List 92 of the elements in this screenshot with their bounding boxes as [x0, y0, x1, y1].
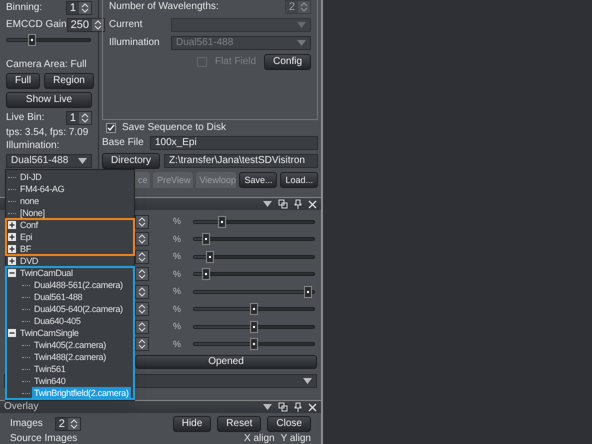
- tree-item[interactable]: DI-JD: [18, 171, 44, 183]
- tree-item[interactable]: Dual561-488: [32, 291, 84, 303]
- caret-down-icon: [263, 404, 272, 410]
- slider-thumb[interactable]: [202, 233, 210, 246]
- camera-area-text: Camera Area: Full: [6, 60, 88, 70]
- rate-text: tps: 3.54, fps: 7.09: [6, 128, 90, 138]
- tree-item[interactable]: Epi: [18, 231, 34, 243]
- percent-label: %: [173, 340, 182, 349]
- pin-icon[interactable]: [294, 402, 302, 412]
- panel-title: Overlay: [4, 402, 38, 412]
- directory-field[interactable]: Z:\transfer\Jana\testSDVisitron: [164, 154, 318, 168]
- float-window-icon[interactable]: [278, 199, 288, 209]
- field-label: Binning:: [6, 3, 42, 13]
- tree-item[interactable]: TwinCamSingle: [18, 327, 81, 339]
- slider-thumb[interactable]: [206, 250, 214, 263]
- button[interactable]: Reset: [217, 416, 262, 432]
- tree-item[interactable]: DVD: [18, 255, 40, 267]
- button[interactable]: Full: [6, 73, 40, 89]
- field-label: Live Bin:: [6, 113, 44, 123]
- slider-thumb[interactable]: [202, 268, 210, 280]
- field-label: Illumination:: [6, 141, 60, 151]
- percent-label: %: [173, 304, 182, 314]
- collapse-icon[interactable]: [8, 329, 16, 337]
- tree-item[interactable]: Twin405(2.camera): [32, 339, 108, 351]
- slider-thumb[interactable]: [250, 303, 258, 316]
- field-label: Illumination: [109, 38, 161, 48]
- close-icon[interactable]: [308, 200, 317, 208]
- expand-icon[interactable]: [8, 257, 16, 265]
- spin-arrows-icon[interactable]: [79, 2, 91, 14]
- tree-item[interactable]: [None]: [18, 207, 47, 219]
- slider-thumb[interactable]: [250, 338, 258, 350]
- spin-arrows-icon[interactable]: [68, 418, 80, 430]
- button[interactable]: Config: [264, 54, 311, 70]
- field-label: Number of Wavelengths:: [109, 2, 219, 12]
- button[interactable]: Region: [44, 73, 94, 89]
- opened-button[interactable]: Opened: [135, 355, 317, 369]
- slider-thumb[interactable]: [304, 286, 312, 298]
- tree-item[interactable]: Dual405-640(2.camera): [32, 303, 125, 315]
- expand-icon[interactable]: [8, 233, 16, 241]
- tree-item[interactable]: Twin640: [32, 375, 68, 387]
- slider-thumb[interactable]: [28, 34, 36, 46]
- tree-item[interactable]: Conf: [18, 219, 40, 231]
- tree-item[interactable]: BF: [18, 243, 33, 255]
- slider-thumb[interactable]: [250, 320, 258, 333]
- button[interactable]: Close: [267, 416, 311, 432]
- percent-label: %: [173, 234, 182, 244]
- field-label: Images: [10, 419, 43, 429]
- illumination-dropdown[interactable]: Dual561-488: [6, 154, 92, 168]
- spin-box[interactable]: 2: [54, 417, 81, 431]
- spin-box[interactable]: 1: [66, 111, 92, 125]
- percent-label: %: [173, 270, 182, 279]
- button[interactable]: Save...: [239, 172, 278, 188]
- button[interactable]: Hide: [172, 416, 212, 432]
- percent-label: %: [173, 287, 182, 296]
- expand-icon[interactable]: [8, 221, 16, 229]
- tree-item[interactable]: none: [18, 195, 41, 207]
- checkbox-label: Save Sequence to Disk: [122, 123, 226, 133]
- tree-item[interactable]: FM4-64-AG: [18, 183, 66, 195]
- field-label: Current: [109, 20, 144, 30]
- spin-arrows-icon[interactable]: [79, 112, 91, 124]
- spin-arrows-icon[interactable]: [92, 19, 104, 31]
- caret-down-icon: [78, 158, 87, 164]
- button[interactable]: Load...: [280, 172, 318, 188]
- caret-down-icon: [303, 378, 312, 384]
- field-label: Base File: [102, 138, 145, 148]
- percent-label: %: [173, 252, 182, 262]
- column-header: X align: [244, 434, 275, 444]
- percent-label: %: [173, 322, 182, 332]
- column-header: Y align: [280, 434, 311, 444]
- spin-box[interactable]: 1: [66, 1, 92, 15]
- tree-item[interactable]: Twin561: [32, 363, 68, 375]
- field-label: Source Images: [10, 434, 78, 444]
- close-icon[interactable]: [308, 402, 317, 412]
- tree-item[interactable]: TwinCamDual: [18, 267, 75, 279]
- tree-item[interactable]: Twin488(2.camera): [32, 351, 108, 363]
- spin-box[interactable]: 250: [66, 18, 105, 32]
- expand-icon[interactable]: [8, 245, 16, 253]
- caret-down-icon: [263, 201, 272, 207]
- button[interactable]: Directory: [102, 153, 160, 169]
- float-window-icon[interactable]: [278, 402, 288, 412]
- caret-down-icon: [297, 40, 306, 46]
- button[interactable]: Show Live: [6, 92, 92, 108]
- field-label: EMCCD Gain: [6, 20, 67, 30]
- checkbox[interactable]: [106, 123, 116, 133]
- base-file-field[interactable]: 100x_Epi: [150, 136, 318, 150]
- collapse-icon[interactable]: [8, 269, 16, 277]
- tree-item[interactable]: Dual488-561(2.camera): [32, 279, 125, 291]
- tree-item[interactable]: Dua640-405: [32, 315, 83, 327]
- caret-down-icon: [297, 22, 306, 28]
- slider-thumb[interactable]: [218, 216, 226, 228]
- pin-icon[interactable]: [294, 199, 302, 209]
- percent-label: %: [173, 217, 182, 226]
